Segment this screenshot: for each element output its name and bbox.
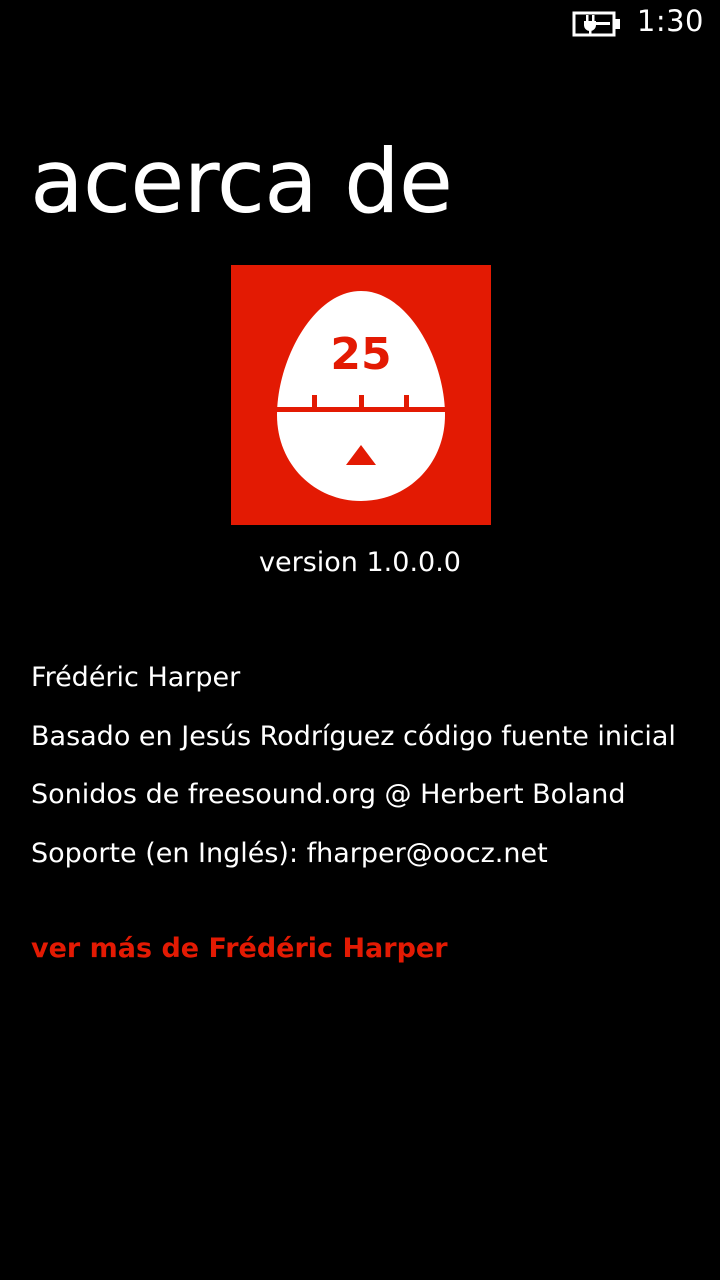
logo-number: 25 bbox=[330, 329, 391, 380]
app-logo: 25 bbox=[231, 265, 491, 525]
author-name: Frédéric Harper bbox=[31, 662, 241, 693]
version-text: version 1.0.0.0 bbox=[259, 547, 461, 578]
info-list: Frédéric Harper Basado en Jesús Rodrígue… bbox=[31, 656, 711, 890]
battery-charging-icon bbox=[572, 10, 622, 38]
sounds-credit: Sonidos de freesound.org @ Herbert Bolan… bbox=[31, 779, 626, 810]
based-on-credit: Basado en Jesús Rodríguez código fuente … bbox=[31, 720, 676, 752]
about-screen: 1:30 acerca de 25 version 1.0.0.0 Frédér… bbox=[0, 0, 720, 1280]
status-bar: 1:30 bbox=[0, 0, 720, 48]
pomodoro-egg-timer-icon: 25 bbox=[271, 291, 451, 501]
support-contact[interactable]: Soporte (en Inglés): fharper@oocz.net bbox=[31, 832, 711, 891]
page-title: acerca de bbox=[30, 130, 453, 233]
more-from-author-link[interactable]: ver más de Frédéric Harper bbox=[31, 933, 448, 964]
clock: 1:30 bbox=[636, 4, 704, 38]
